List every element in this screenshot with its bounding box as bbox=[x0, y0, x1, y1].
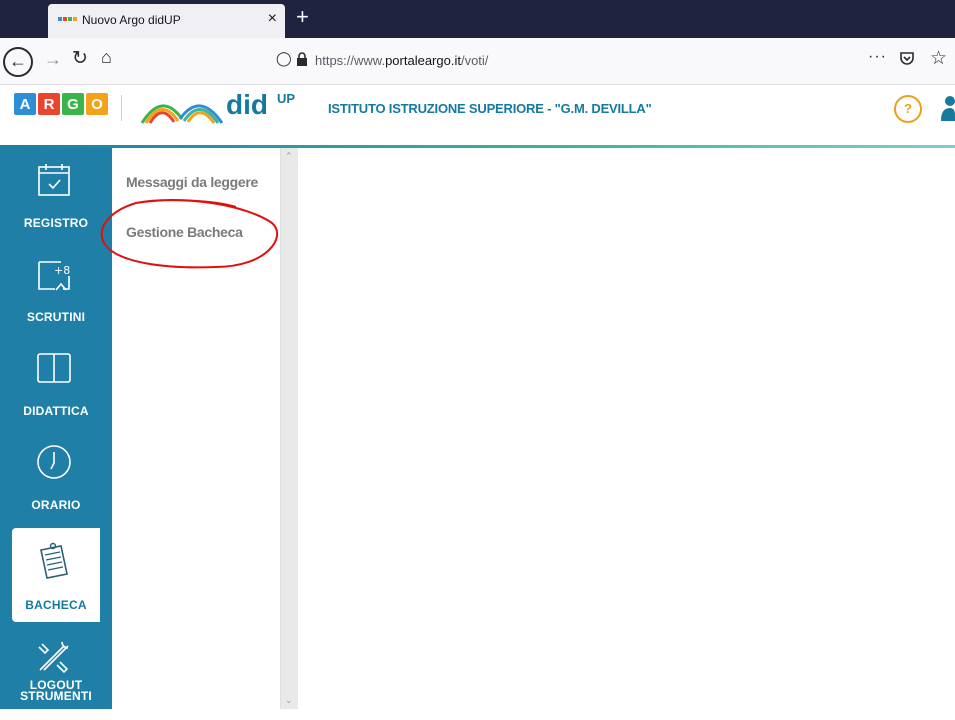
sidebar-item-orario[interactable]: ORARIO bbox=[0, 430, 112, 524]
sidebar-item-label: BACHECA bbox=[25, 598, 87, 612]
strumenti-label: STRUMENTI bbox=[20, 689, 92, 703]
main-sidebar: REGISTRO +8 SCRUTINI DIDATTICA ORARIO BA… bbox=[0, 148, 112, 709]
sidebar-item-registro[interactable]: REGISTRO bbox=[0, 148, 112, 242]
didup-superscript: UP bbox=[277, 91, 296, 106]
tab-title: Nuovo Argo didUP bbox=[82, 13, 181, 27]
clock-icon bbox=[37, 445, 71, 479]
argo-favicon-icon bbox=[58, 17, 77, 21]
tools-icon bbox=[38, 641, 69, 674]
bacheca-submenu: Messaggi da leggere Gestione Bacheca bbox=[112, 148, 280, 709]
close-tab-icon[interactable]: × bbox=[268, 10, 277, 28]
argo-letter-r: R bbox=[38, 93, 60, 115]
sidebar-item-didattica[interactable]: DIDATTICA bbox=[0, 336, 112, 430]
sidebar-item-logout-strumenti[interactable]: LOGOUT STRUMENTI bbox=[0, 626, 112, 720]
sidebar-item-label: ORARIO bbox=[31, 498, 81, 512]
bookmark-star-icon[interactable]: ☆ bbox=[930, 47, 947, 70]
reload-button[interactable]: ↻ bbox=[72, 47, 88, 70]
header-divider bbox=[121, 95, 122, 121]
scroll-up-icon[interactable]: ⌃ bbox=[285, 151, 293, 162]
scroll-down-icon[interactable]: ⌄ bbox=[285, 695, 293, 706]
school-name: ISTITUTO ISTRUZIONE SUPERIORE - "G.M. DE… bbox=[328, 101, 652, 116]
sidebar-item-label: SCRUTINI bbox=[26, 310, 86, 324]
argo-letter-o: O bbox=[86, 93, 108, 115]
address-bar[interactable]: https://www.portaleargo.it/voti/ bbox=[315, 53, 488, 68]
grade-plus-icon: +8 bbox=[38, 261, 70, 291]
submenu-item-gestione-bacheca[interactable]: Gestione Bacheca bbox=[126, 224, 243, 240]
book-icon bbox=[37, 353, 71, 383]
page-actions-button[interactable]: ··· bbox=[868, 48, 887, 66]
sidebar-item-scrutini[interactable]: +8 SCRUTINI bbox=[0, 242, 112, 336]
forward-button[interactable]: → bbox=[44, 49, 62, 70]
tracking-shield-icon[interactable]: ◯ bbox=[276, 50, 292, 67]
sidebar-item-label: DIDATTICA bbox=[23, 404, 89, 418]
user-icon[interactable] bbox=[939, 95, 955, 121]
browser-tab-bar: Nuovo Argo didUP × + bbox=[0, 0, 955, 38]
bulletin-board-icon bbox=[40, 542, 68, 579]
home-button[interactable]: ⌂ bbox=[101, 47, 112, 68]
svg-text:+8: +8 bbox=[54, 264, 70, 277]
submenu-scrollbar[interactable]: ⌃ ⌄ bbox=[280, 148, 299, 709]
argo-logo: A R G O bbox=[14, 93, 108, 115]
help-button[interactable]: ? bbox=[894, 95, 922, 123]
calendar-check-icon bbox=[38, 164, 70, 196]
browser-tab[interactable]: Nuovo Argo didUP × bbox=[48, 4, 285, 38]
new-tab-button[interactable]: + bbox=[296, 4, 309, 30]
browser-nav-bar: ← → ↻ ⌂ ◯ https://www.portaleargo.it/vot… bbox=[0, 38, 955, 85]
pocket-icon[interactable] bbox=[899, 50, 915, 71]
sidebar-item-label: LOGOUT STRUMENTI bbox=[0, 679, 112, 703]
argo-letter-a: A bbox=[14, 93, 36, 115]
didup-arches-logo-icon bbox=[140, 104, 224, 124]
sidebar-item-bacheca[interactable]: BACHECA bbox=[12, 528, 100, 622]
back-button[interactable]: ← bbox=[3, 47, 33, 77]
argo-letter-g: G bbox=[62, 93, 84, 115]
didup-wordmark: did bbox=[226, 89, 268, 120]
sidebar-item-label: REGISTRO bbox=[23, 216, 89, 230]
app-header: A R G O did UP ISTITUTO ISTRUZIONE SUPER… bbox=[0, 85, 955, 148]
lock-icon[interactable] bbox=[296, 52, 308, 71]
submenu-item-messaggi[interactable]: Messaggi da leggere bbox=[126, 174, 258, 190]
main-content-area bbox=[298, 148, 955, 709]
